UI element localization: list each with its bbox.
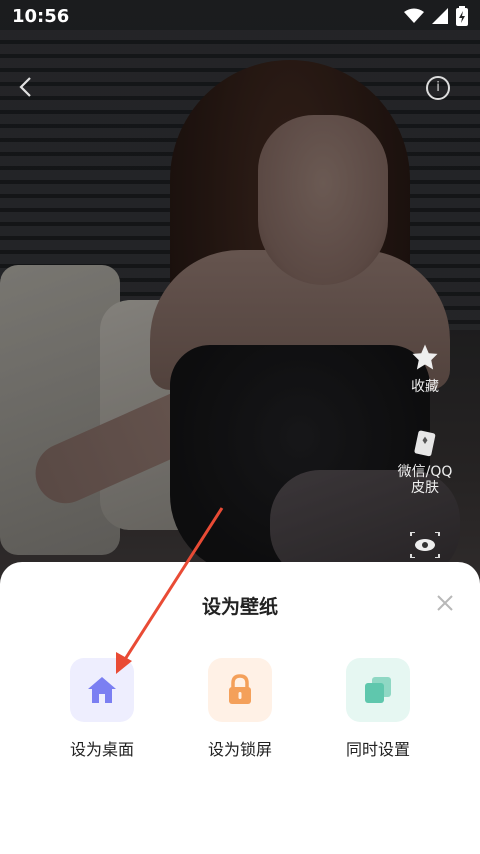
preview-action[interactable] (390, 532, 460, 562)
set-both-option[interactable]: 同时设置 (318, 658, 438, 760)
set-both-label: 同时设置 (345, 740, 410, 759)
set-lock-label: 设为锁屏 (207, 740, 272, 759)
lock-tile[interactable] (208, 658, 272, 722)
home-tile[interactable] (70, 658, 134, 722)
favorite-action[interactable]: 收藏 (390, 342, 460, 396)
skin-action[interactable]: 微信/QQ 皮肤 (390, 428, 460, 496)
skin-label: 微信/QQ 皮肤 (397, 464, 453, 496)
status-time: 10:56 (12, 6, 70, 27)
both-tile[interactable] (346, 658, 410, 722)
wifi-icon (404, 8, 424, 23)
home-icon (88, 677, 116, 703)
signal-icon (432, 8, 448, 24)
status-bar: 10:56 (0, 0, 480, 34)
skin-card-icon (414, 430, 436, 457)
lock-icon (229, 674, 251, 704)
set-home-label: 设为桌面 (69, 740, 134, 759)
set-wallpaper-sheet: 设为壁纸 设为桌面 设为锁屏 同时设置 (0, 562, 480, 854)
info-icon[interactable]: i (426, 76, 450, 100)
set-home-screen-option[interactable]: 设为桌面 (42, 658, 162, 760)
close-icon[interactable] (434, 592, 456, 614)
favorite-label: 收藏 (411, 379, 439, 395)
set-lock-screen-option[interactable]: 设为锁屏 (180, 658, 300, 760)
status-icons (404, 6, 468, 26)
preview-eye-icon (410, 532, 440, 558)
copy-icon (365, 677, 391, 703)
battery-icon (456, 6, 468, 26)
sheet-title: 设为壁纸 (201, 596, 278, 618)
back-icon[interactable] (14, 74, 40, 100)
star-icon (412, 344, 438, 370)
